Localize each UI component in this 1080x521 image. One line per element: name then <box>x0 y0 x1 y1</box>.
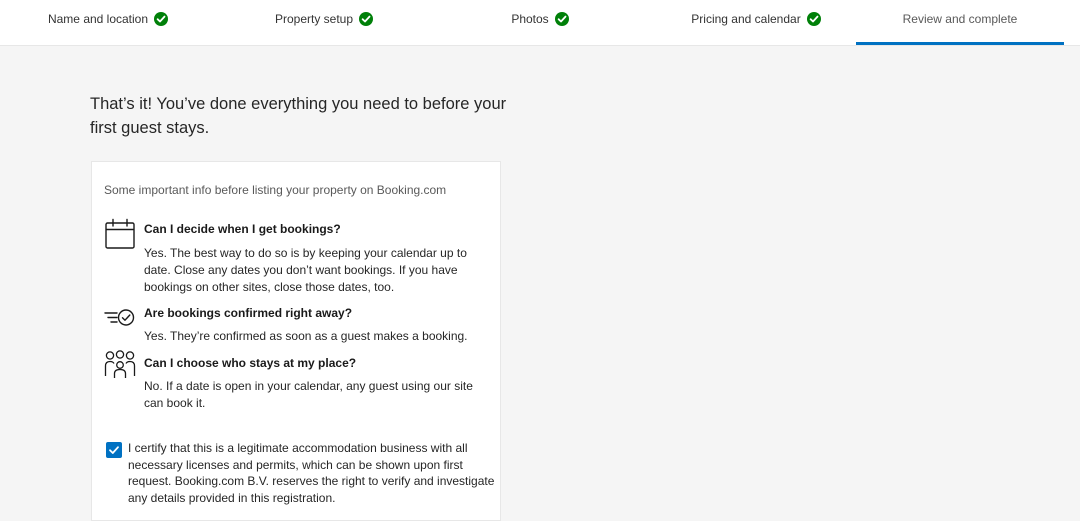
fast-confirm-icon <box>104 307 138 341</box>
step-property-setup[interactable]: Property setup <box>216 0 432 45</box>
calendar-icon <box>104 218 138 252</box>
progress-stepper: Name and location Property setup Photos … <box>0 0 1080 46</box>
check-circle-icon <box>359 12 374 26</box>
step-photos[interactable]: Photos <box>432 0 648 45</box>
faq-answer: Yes. They’re confirmed as soon as a gues… <box>144 329 468 343</box>
certify-checkbox[interactable] <box>106 442 122 458</box>
check-circle-icon <box>806 12 821 26</box>
step-label: Pricing and calendar <box>691 12 801 26</box>
step-label: Property setup <box>274 12 354 26</box>
info-card: Some important info before listing your … <box>91 161 501 521</box>
faq-answer: Yes. The best way to do so is by keeping… <box>144 246 467 294</box>
faq-answer: No. If a date is open in your calendar, … <box>144 379 473 410</box>
faq-question: Can I choose who stays at my place? <box>144 356 357 370</box>
card-intro-text: Some important info before listing your … <box>104 183 447 197</box>
check-circle-icon <box>154 12 169 26</box>
page-heading: That’s it! You’ve done everything you ne… <box>90 95 507 137</box>
step-label: Name and location <box>47 12 149 26</box>
step-name-and-location[interactable]: Name and location <box>0 0 216 45</box>
group-icon <box>104 350 138 384</box>
step-label: Photos <box>511 12 549 26</box>
check-circle-icon <box>554 12 569 26</box>
faq-question: Can I decide when I get bookings? <box>144 222 341 236</box>
step-label: Review and complete <box>902 12 1018 26</box>
faq-question: Are bookings confirmed right away? <box>144 306 353 320</box>
certify-label[interactable]: I certify that this is a legitimate acco… <box>128 440 496 506</box>
step-pricing-and-calendar[interactable]: Pricing and calendar <box>648 0 864 45</box>
step-review-and-complete[interactable]: Review and complete <box>856 0 1064 45</box>
